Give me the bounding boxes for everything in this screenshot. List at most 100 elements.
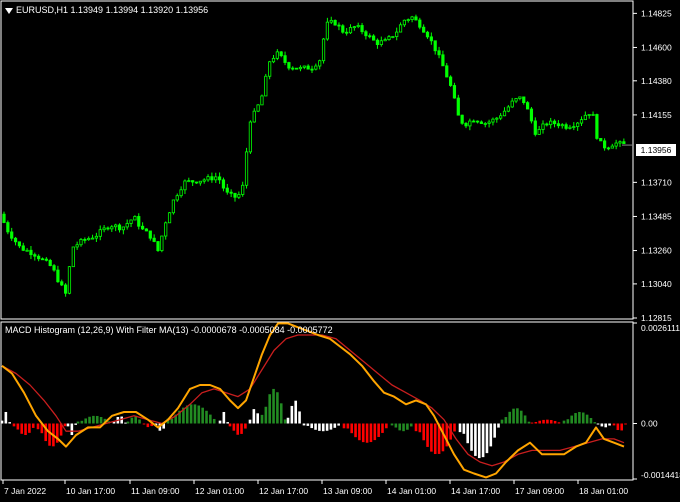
candle-body [583, 114, 587, 121]
candle-body [491, 118, 495, 123]
candle-body [248, 121, 252, 153]
histogram-bar [365, 423, 369, 443]
histogram-bar [546, 419, 549, 424]
candle-body [375, 39, 380, 46]
candle-body [510, 100, 514, 108]
dropdown-triangle-icon[interactable] [5, 7, 13, 14]
histogram-bar [350, 423, 353, 434]
ohlc-values: 1.13949 1.13994 1.13920 1.13956 [70, 5, 209, 15]
histogram-bar [126, 421, 130, 424]
candle-body [264, 75, 268, 97]
candle-body [102, 227, 106, 231]
histogram-bar [549, 420, 553, 424]
candle-body [110, 226, 114, 230]
histogram-bar [433, 423, 437, 455]
candle-body [260, 95, 264, 106]
candle-body [391, 36, 395, 38]
candle-body [622, 141, 626, 144]
histogram-bar [385, 423, 388, 429]
candle-body [137, 216, 141, 227]
candle-body [229, 191, 233, 194]
histogram-bar [466, 423, 469, 444]
time-tick-label: 14 Jan 17:00 [451, 486, 500, 496]
histogram-bar [578, 411, 581, 424]
candle-body [502, 110, 507, 117]
histogram-bar [244, 423, 247, 429]
time-tick-label: 7 Jan 2022 [4, 486, 46, 496]
candle-body [610, 145, 614, 149]
histogram-bar [209, 414, 212, 424]
histogram-bar [485, 423, 489, 454]
histogram-bar [481, 423, 485, 458]
candle-body [106, 227, 110, 230]
candle-body [87, 238, 91, 241]
candle-body [356, 25, 360, 28]
time-tick-label: 12 Jan 01:00 [195, 486, 244, 496]
candle-body [526, 102, 530, 110]
histogram-bar [205, 410, 208, 424]
histogram-bar [596, 423, 600, 425]
candle-body [275, 51, 279, 59]
candle-body [279, 51, 283, 57]
candle-body [287, 62, 291, 69]
candle-body [144, 228, 149, 232]
candle-body [422, 26, 426, 33]
candle-body [114, 224, 118, 228]
indicator-tick-label: 0.0026111 [641, 323, 680, 333]
candle-body [241, 184, 245, 195]
indicator-tick-label: 0.00 [641, 419, 658, 429]
histogram-bar [92, 415, 95, 424]
histogram-bar [228, 423, 232, 427]
histogram-bar [88, 416, 91, 424]
candle-body [2, 213, 6, 223]
candle-body [456, 97, 460, 116]
candle-body [37, 255, 41, 260]
histogram-bar [48, 423, 51, 446]
indicator-tick-label: -0.0014418 [641, 470, 680, 480]
candle-body [541, 123, 545, 130]
candle-body [29, 249, 33, 256]
price-tick-label: 1.14380 [641, 76, 672, 86]
candle-body [237, 194, 241, 198]
histogram-bar [519, 410, 523, 424]
candle-body [499, 115, 503, 119]
histogram-bar [146, 423, 150, 428]
histogram-bar [516, 408, 519, 424]
candle-body [252, 110, 256, 123]
chart-window[interactable]: 1.14825 1.14600 1.14380 1.14155 1.13710 1.134… [0, 0, 680, 500]
histogram-bar [542, 419, 545, 424]
candle-body [125, 223, 129, 228]
histogram-bar [489, 423, 493, 447]
candle-body [6, 222, 10, 233]
histogram-bar [298, 411, 301, 424]
histogram-bar [264, 406, 268, 424]
candle-body [325, 21, 330, 40]
candle-body [21, 245, 25, 251]
candle-body [406, 19, 410, 21]
candle-body [160, 235, 164, 251]
histogram-bar [260, 414, 264, 424]
histogram-bar [574, 413, 577, 424]
histogram-bar [28, 423, 31, 433]
candle-body [225, 187, 229, 193]
chart-canvas[interactable]: 1.14825 1.14600 1.14380 1.14155 1.13710 1.134… [0, 0, 680, 500]
candle-body [175, 195, 179, 201]
histogram-bar [593, 422, 597, 424]
candle-body [152, 237, 156, 242]
candle-body [318, 60, 322, 67]
price-tick-label: 1.13260 [641, 246, 672, 256]
histogram-bar [474, 423, 477, 456]
candle-body [268, 61, 272, 77]
candle-body [537, 129, 541, 135]
histogram-bar [189, 404, 193, 424]
candle-body [433, 40, 437, 52]
price-tick-label: 1.14155 [641, 110, 672, 120]
histogram-bar [76, 421, 80, 424]
candle-body [83, 239, 87, 241]
candle-body [522, 96, 526, 104]
histogram-bar [422, 423, 425, 441]
histogram-bar [390, 423, 394, 426]
histogram-bar [354, 423, 357, 438]
current-price-label: 1.13956 [636, 144, 676, 156]
candle-body [333, 19, 337, 26]
